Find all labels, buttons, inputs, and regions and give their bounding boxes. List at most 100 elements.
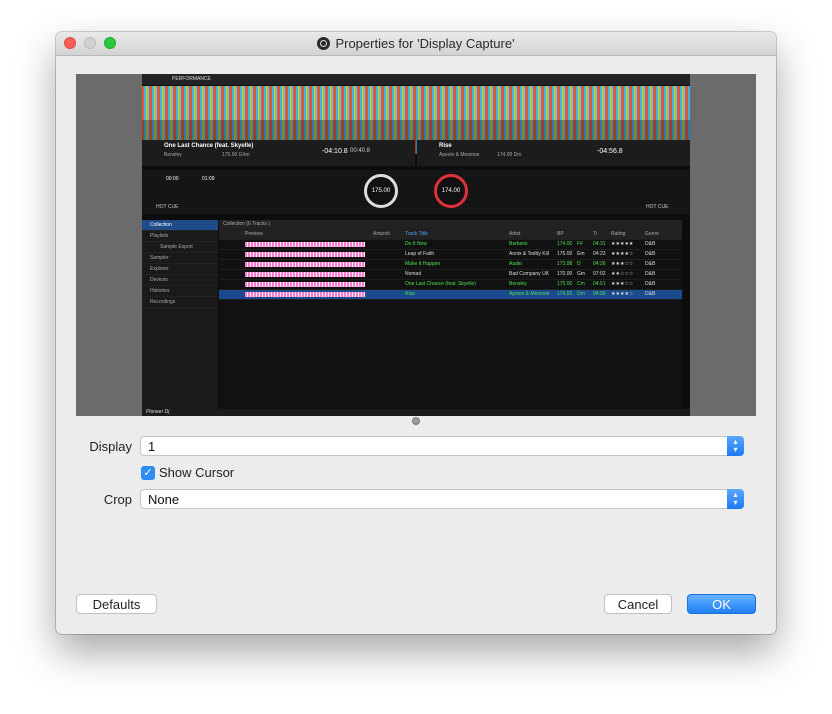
track-bpm: 173.98 [557,261,573,267]
track-rating: ★★★☆☆ [611,261,634,267]
track-artist: Audio [509,261,522,267]
track-preview-waveform [245,272,365,277]
track-bpm: 170.00 [557,271,573,277]
track-genre: D&B [645,281,656,287]
col-time: Ti [593,231,597,237]
display-value: 1 [148,439,156,454]
table-row: Rise Apexio & Mesmoe 174.00 Dm 04:56 ★★★★☆ D&B [219,290,682,300]
deck1-info: One Last Chance (feat. Skyelle) Bensley … [142,140,415,166]
browser-sidebar: Collection Playlists Sample Export Sampl… [142,220,218,412]
sidebar-sampler: Sampler [142,253,218,264]
table-row: Leap of Faith Annix & Teddy Kill 175.00 Em 0… [219,250,682,260]
track-key: Em [577,251,585,257]
show-cursor-checkbox[interactable]: ✓ [141,466,155,480]
crop-select[interactable]: None ▴ ▾ [140,489,744,509]
track-genre: D&B [645,241,656,247]
track-title: One Last Chance (feat. Skyelle) [405,281,476,287]
track-rating: ★★★☆☆ [611,281,634,287]
deck1-title: One Last Chance (feat. Skyelle) [164,143,254,149]
mode-label: PERFORMANCE [172,76,211,82]
col-artist: Artist [509,231,521,237]
jog1-tempo: 175.00 [371,188,391,194]
sidebar-sample-export: Sample Export [142,242,218,253]
track-time: 04:26 [593,261,606,267]
track-bpm: 175.00 [557,281,573,287]
track-preview-waveform [245,292,365,297]
dj-top-bar: PERFORMANCE [142,74,690,85]
col-preview: Preview [245,231,263,237]
select-stepper-icon: ▴ ▾ [727,436,744,456]
track-key: Gm [577,271,586,277]
track-time: 04:51 [593,281,606,287]
track-title: Rise [405,291,416,297]
captured-screen: PERFORMANCE One Last Chance (feat. Skyel… [142,74,690,416]
track-key: Cm [577,281,585,287]
select-stepper-icon: ▴ ▾ [727,489,744,509]
jog-deck1: 175.00 [364,174,398,208]
table-row: Nomad Bad Company UK 170.00 Gm 07:02 ★★☆☆☆ D&B [219,270,682,280]
sidebar-recordings: Recordings [142,297,218,308]
track-preview-waveform [245,262,365,267]
track-title: Leap of Faith [405,251,435,257]
deck1-bpm: 175.00 G#m [222,152,250,158]
deck2-time: -04:56.8 [597,148,623,155]
deck1-artist: Bensley [164,152,182,158]
track-preview-waveform [245,282,365,287]
track-time: 04:56 [593,291,606,297]
waveform-deck1 [142,86,690,120]
track-genre: D&B [645,291,656,297]
track-time: 04:23 [593,251,606,257]
track-title: Nomad [405,271,422,277]
track-key: D [577,261,581,267]
track-title: Do It Now [405,241,427,247]
col-bpm: BP [557,231,564,237]
defaults-button[interactable]: Defaults [76,594,157,614]
resize-handle[interactable] [412,417,420,425]
track-rating: ★★★★☆ [611,251,634,257]
window-title-text: Properties for 'Display Capture' [335,36,515,51]
deck1-time: -04:10.8 [322,148,348,155]
display-select[interactable]: 1 ▴ ▾ [140,436,744,456]
collection-header: Collection (6 Tracks ) [219,220,682,230]
cancel-button[interactable]: Cancel [604,594,672,614]
hotcue-left: HOT CUE [156,204,179,210]
deck2-title: Rise [439,143,452,149]
track-key: Dm [577,291,585,297]
sidebar-collection: Collection [142,220,218,231]
sidebar-explorer: Explorer [142,264,218,275]
table-row: Make It Happen Audio 173.98 D 04:26 ★★★☆☆ D&B [219,260,682,270]
table-header: Preview Artwork Track Title Artist BP Ti… [219,230,682,240]
obs-icon [317,37,331,50]
crop-value: None [148,492,180,507]
ok-button[interactable]: OK [687,594,756,614]
show-cursor-label[interactable]: Show Cursor [159,465,234,480]
deck2-bpm: 174.00 Dm [497,152,522,158]
track-time: 07:02 [593,271,606,277]
track-artist: Annix & Teddy Kill [509,251,549,257]
track-artist: Bensley [509,281,527,287]
track-rating: ★★☆☆☆ [611,271,634,277]
track-genre: D&B [645,271,656,277]
jog2-tempo: 174.00 [441,188,461,194]
track-preview-waveform [245,252,365,257]
properties-window: Properties for 'Display Capture' PERFORM… [56,32,776,634]
track-artist: Apexio & Mesmoe [509,291,550,297]
track-key: F# [577,241,583,247]
deck-controls: 00:00 01:09 HOT CUE HOT CUE [142,170,690,214]
title-bar[interactable]: Properties for 'Display Capture' [56,32,776,56]
window-title: Properties for 'Display Capture' [56,36,776,51]
track-genre: D&B [645,251,656,257]
hotcue-right: HOT CUE [646,204,669,210]
track-rating: ★★★★☆ [611,291,634,297]
track-artist: Barbarix [509,241,528,247]
track-bpm: 174.00 [557,291,573,297]
track-preview-waveform [245,242,365,247]
cue1: 00:00 [166,176,179,182]
col-artwork: Artwork [373,231,390,237]
col-genre: Genre [645,231,659,237]
deck1-remain: 00:40.8 [350,148,371,154]
track-bpm: 174.00 [557,241,573,247]
deck2-info: Rise Apexio & Mesmoe 174.00 Dm -04:56.8 [417,140,690,166]
table-row: Do It Now Barbarix 174.00 F# 04:31 ★★★★★ D&B [219,240,682,250]
track-rating: ★★★★★ [611,241,634,247]
